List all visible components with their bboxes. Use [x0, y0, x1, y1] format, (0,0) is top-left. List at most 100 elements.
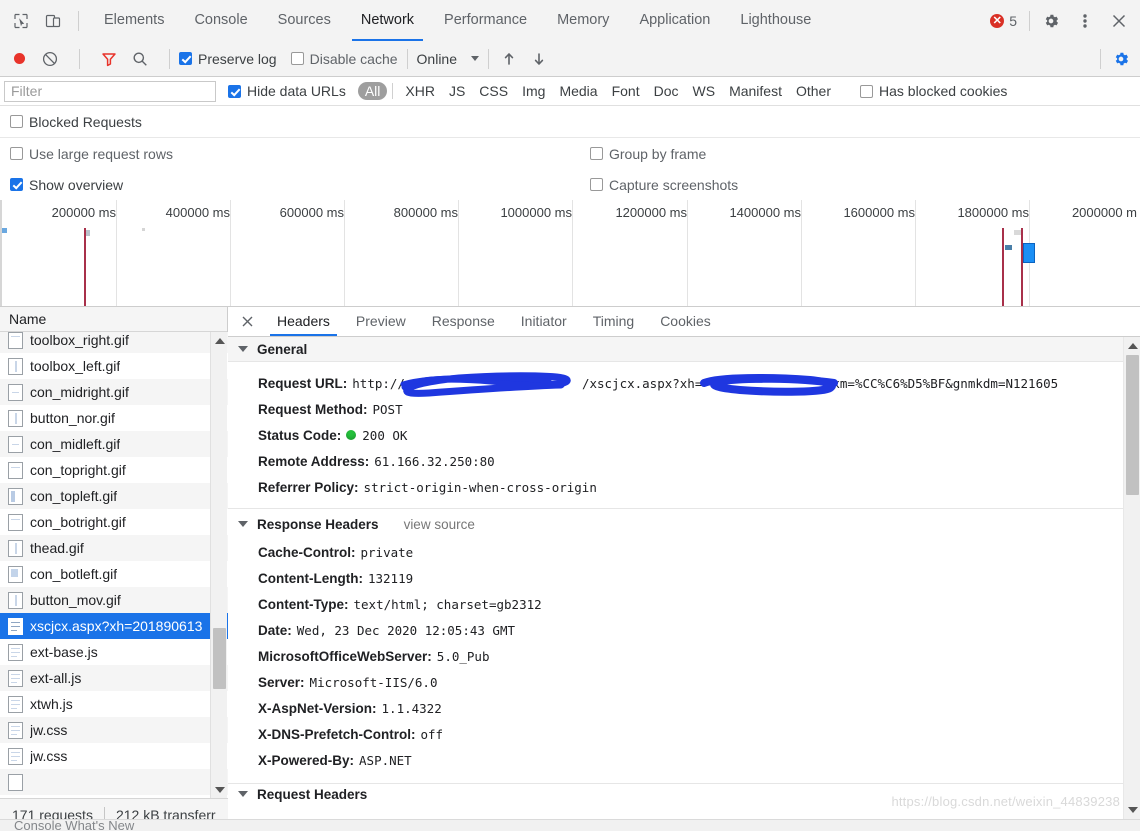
request-name: xtwh.js [30, 696, 73, 712]
request-row-button-mov[interactable]: button_mov.gif [0, 587, 228, 613]
request-list-scrollbar[interactable] [210, 332, 227, 798]
overview-gridline [458, 200, 459, 306]
throttling-dropdown[interactable]: Online [417, 51, 479, 67]
request-row-ext-all-js[interactable]: ext-all.js [0, 665, 228, 691]
tab-network[interactable]: Network [346, 0, 429, 41]
request-row-xscjcx-aspx[interactable]: xscjcx.aspx?xh=201890613 [0, 613, 228, 639]
request-list-scroll-thumb[interactable] [213, 628, 226, 689]
detail-tab-timing[interactable]: Timing [580, 307, 648, 336]
export-har-icon[interactable] [528, 48, 550, 70]
request-row-toolbox-left[interactable]: toolbox_left.gif [0, 353, 228, 379]
filter-type-xhr[interactable]: XHR [398, 82, 442, 100]
network-split-view: Name toolbox_right.gif toolbox_left.gif … [0, 307, 1140, 831]
detail-scroll-thumb[interactable] [1126, 355, 1139, 495]
filter-button[interactable] [98, 48, 120, 70]
group-by-frame-checkbox[interactable]: Group by frame [590, 146, 706, 162]
request-row-jw-css-2[interactable]: jw.css [0, 743, 228, 769]
filter-type-all[interactable]: All [357, 82, 388, 100]
request-list-scroll-area[interactable]: toolbox_right.gif toolbox_left.gif con_m… [0, 332, 228, 798]
request-row-xtwh-js[interactable]: xtwh.js [0, 691, 228, 717]
close-icon[interactable] [1108, 10, 1130, 32]
filter-type-ws[interactable]: WS [686, 82, 723, 100]
request-row-button-nor[interactable]: button_nor.gif [0, 405, 228, 431]
overview-tick-label: 600000 ms [279, 205, 344, 220]
detail-tab-preview[interactable]: Preview [343, 307, 419, 336]
drawer-strip[interactable]: Console What's New [0, 819, 1140, 831]
disable-cache-checkbox-box [290, 52, 304, 65]
network-overview-timeline[interactable]: 200000 ms 400000 ms 600000 ms 800000 ms … [0, 200, 1140, 307]
filter-type-js[interactable]: JS [442, 82, 472, 100]
stylesheet-file-icon [8, 773, 23, 791]
request-row-con-topright[interactable]: con_topright.gif [0, 457, 228, 483]
capture-screenshots-checkbox[interactable]: Capture screenshots [590, 177, 738, 193]
filter-type-manifest[interactable]: Manifest [722, 82, 789, 100]
request-row-toolbox-right[interactable]: toolbox_right.gif [0, 332, 228, 353]
network-settings-gear-icon[interactable] [1110, 48, 1132, 70]
header-content-length-row: Content-Length: 132119 [228, 565, 1123, 591]
import-har-icon[interactable] [498, 48, 520, 70]
request-row-thead[interactable]: thead.gif [0, 535, 228, 561]
header-date-row: Date: Wed, 23 Dec 2020 12:05:43 GMT [228, 617, 1123, 643]
request-row-partial[interactable] [0, 769, 228, 795]
response-headers-section-header[interactable]: Response Headers view source [228, 509, 1123, 539]
has-blocked-cookies-checkbox[interactable]: Has blocked cookies [860, 83, 1007, 99]
tab-console[interactable]: Console [179, 0, 262, 41]
detail-scroll-up-arrow-icon[interactable] [1124, 337, 1140, 354]
request-url-query-redacted [702, 376, 832, 391]
toolbar-actions [8, 48, 179, 70]
record-button[interactable] [8, 48, 30, 70]
stylesheet-file-icon [8, 721, 23, 739]
request-headers-section-header[interactable]: Request Headers [228, 784, 1123, 804]
filter-type-css[interactable]: CSS [472, 82, 515, 100]
tab-elements[interactable]: Elements [89, 0, 179, 41]
detail-tab-response[interactable]: Response [419, 307, 508, 336]
tabbar-divider-right [1029, 10, 1030, 31]
search-icon[interactable] [129, 48, 151, 70]
disable-cache-checkbox[interactable]: Disable cache [290, 51, 398, 67]
filter-type-doc[interactable]: Doc [647, 82, 686, 100]
detail-panel-scrollbar[interactable] [1123, 337, 1140, 831]
gear-icon[interactable] [1040, 10, 1062, 32]
tab-lighthouse[interactable]: Lighthouse [725, 0, 826, 41]
request-name: con_botright.gif [30, 514, 126, 530]
tab-sources[interactable]: Sources [263, 0, 346, 41]
clear-button[interactable] [39, 48, 61, 70]
blocked-requests-checkbox[interactable]: Blocked Requests [10, 114, 142, 130]
tab-performance[interactable]: Performance [429, 0, 542, 41]
request-list-header[interactable]: Name [0, 307, 227, 332]
close-detail-icon[interactable] [236, 311, 258, 333]
filter-type-img[interactable]: Img [515, 82, 552, 100]
filter-type-font[interactable]: Font [605, 82, 647, 100]
toolbar-divider-1 [79, 48, 80, 69]
scroll-up-arrow-icon[interactable] [211, 332, 228, 349]
request-row-con-midleft[interactable]: con_midleft.gif [0, 431, 228, 457]
request-row-con-topleft[interactable]: con_topleft.gif [0, 483, 228, 509]
preserve-log-checkbox[interactable]: Preserve log [179, 51, 277, 67]
use-large-request-rows-checkbox[interactable]: Use large request rows [10, 146, 173, 162]
general-section-header[interactable]: General [228, 337, 1123, 362]
error-count-badge[interactable]: ✕ 5 [990, 13, 1017, 29]
hide-data-urls-checkbox[interactable]: Hide data URLs [228, 83, 346, 99]
general-section-title: General [257, 341, 308, 357]
kebab-menu-icon[interactable] [1074, 10, 1096, 32]
device-toolbar-icon[interactable] [42, 10, 64, 32]
filter-type-media[interactable]: Media [552, 82, 604, 100]
filter-type-other[interactable]: Other [789, 82, 838, 100]
request-row-con-botleft[interactable]: con_botleft.gif [0, 561, 228, 587]
view-source-link[interactable]: view source [404, 517, 475, 532]
request-row-con-midright[interactable]: con_midright.gif [0, 379, 228, 405]
scroll-down-arrow-icon[interactable] [211, 781, 228, 798]
request-row-jw-css-1[interactable]: jw.css [0, 717, 228, 743]
detail-scroll-down-arrow-icon[interactable] [1124, 801, 1140, 818]
tab-application[interactable]: Application [624, 0, 725, 41]
request-row-ext-base-js[interactable]: ext-base.js [0, 639, 228, 665]
detail-tab-initiator[interactable]: Initiator [508, 307, 580, 336]
tab-memory[interactable]: Memory [542, 0, 624, 41]
request-row-con-botright[interactable]: con_botright.gif [0, 509, 228, 535]
detail-tab-headers[interactable]: Headers [264, 307, 343, 336]
detail-tab-cookies[interactable]: Cookies [647, 307, 724, 336]
inspect-element-icon[interactable] [10, 10, 32, 32]
microsoft-office-web-server-value: 5.0_Pub [436, 648, 490, 664]
show-overview-checkbox[interactable]: Show overview [10, 177, 123, 193]
filter-input[interactable] [4, 80, 216, 102]
